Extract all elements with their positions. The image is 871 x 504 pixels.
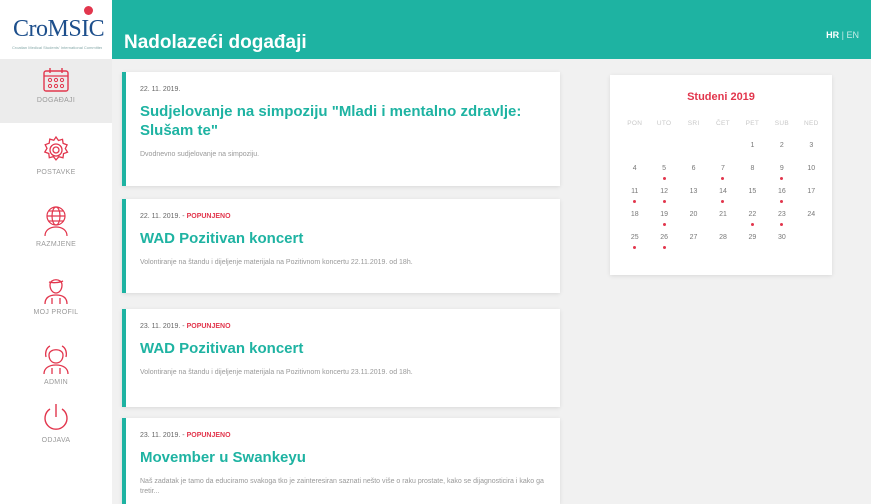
sidebar-item-label: POSTAVKE [36, 169, 76, 176]
event-status: POPUNJENO [186, 432, 231, 439]
admin-icon [43, 345, 69, 375]
calendar-day[interactable]: 21 [708, 211, 737, 234]
calendar-day[interactable]: 2 [767, 142, 796, 165]
calendar-weekday: PON [627, 120, 643, 127]
lang-hr-link[interactable]: HR [826, 30, 839, 40]
event-title[interactable]: Movember u Swankeyu [140, 448, 544, 467]
event-description: Volontiranje na štandu i dijeljenje mate… [140, 259, 413, 266]
calendar-day[interactable]: 20 [679, 211, 708, 234]
event-card[interactable]: 23. 11. 2019. - POPUNJENO WAD Pozitivan … [122, 309, 560, 407]
sidebar-item-label: ADMIN [43, 379, 69, 386]
event-description: Volontiranje na štandu i dijeljenje mate… [140, 369, 413, 376]
event-card[interactable]: 22. 11. 2019. Sudjelovanje na simpoziju … [122, 72, 560, 186]
calendar-day[interactable]: 17 [797, 188, 826, 211]
sidebar-item-dogadaji[interactable]: DOGAĐAJI [0, 59, 112, 123]
logo[interactable]: CroMSIC Croatian Medical Students' Inter… [0, 0, 112, 59]
event-status: POPUNJENO [186, 323, 231, 330]
calendar-icon [43, 68, 69, 92]
event-title[interactable]: WAD Pozitivan koncert [140, 339, 544, 358]
gear-icon [43, 135, 69, 161]
calendar-day[interactable]: 12 [649, 188, 678, 211]
sidebar-item-postavke[interactable]: POSTAVKE [0, 135, 112, 176]
globe-person-icon [44, 206, 68, 237]
event-date: 22. 11. 2019. - POPUNJENO [140, 213, 544, 220]
calendar-day[interactable]: 18 [620, 211, 649, 234]
event-title[interactable]: Sudjelovanje na simpoziju "Mladi i menta… [140, 102, 544, 140]
event-title[interactable]: WAD Pozitivan koncert [140, 229, 544, 248]
calendar-day[interactable]: 24 [797, 211, 826, 234]
event-date-text: 22. 11. 2019. - [140, 213, 187, 220]
calendar-day[interactable]: 13 [679, 188, 708, 211]
calendar-weekday: NED [803, 120, 819, 127]
calendar-grid: PON UTO SRI ČET PET SUB NED 1 2 3 4 5 6 7 8 9 10 11 12 13 14… [620, 120, 826, 257]
calendar-day[interactable]: 19 [649, 211, 678, 234]
calendar-day[interactable]: 6 [679, 165, 708, 188]
calendar-day[interactable]: 22 [738, 211, 767, 234]
calendar-weekday: PET [745, 120, 760, 127]
calendar-day[interactable]: 23 [767, 211, 796, 234]
logo-dot-icon [84, 6, 93, 15]
calendar-weekday: SUB [774, 120, 789, 127]
sidebar-item-label: RAZMJENE [35, 241, 77, 248]
calendar-day[interactable]: 28 [708, 234, 737, 257]
calendar-weekday: SRI [687, 120, 700, 127]
sidebar: DOGAĐAJI POSTAVKE RAZMJENE MOJ PROFIL AD… [0, 59, 112, 504]
calendar-day[interactable]: 30 [767, 234, 796, 257]
calendar-day[interactable]: 25 [620, 234, 649, 257]
event-card[interactable]: 22. 11. 2019. - POPUNJENO WAD Pozitivan … [122, 199, 560, 293]
calendar-day[interactable]: 26 [649, 234, 678, 257]
event-date-text: 22. 11. 2019. [140, 86, 181, 93]
calendar-day[interactable]: 4 [620, 165, 649, 188]
logo-text: CroMSIC [13, 16, 105, 42]
calendar-weekday: ČET [716, 120, 730, 127]
event-date: 22. 11. 2019. [140, 86, 544, 93]
calendar-weekday: UTO [656, 120, 672, 127]
page-title: Nadolazeći događaji [124, 32, 307, 53]
calendar-day[interactable]: 9 [767, 165, 796, 188]
lang-en-link[interactable]: EN [846, 30, 859, 40]
sidebar-item-admin[interactable]: ADMIN [0, 343, 112, 386]
calendar-day[interactable]: 27 [679, 234, 708, 257]
calendar-day[interactable]: 14 [708, 188, 737, 211]
sidebar-item-moj-profil[interactable]: MOJ PROFIL [0, 273, 112, 316]
sidebar-item-label: MOJ PROFIL [33, 309, 79, 316]
language-switcher: HR | EN [826, 30, 859, 40]
calendar-day[interactable]: 8 [738, 165, 767, 188]
event-date-text: 23. 11. 2019. - [140, 432, 187, 439]
calendar-day[interactable]: 1 [738, 142, 767, 165]
calendar-day[interactable]: 5 [649, 165, 678, 188]
power-icon [44, 404, 68, 430]
event-description: Naš zadatak je tamo da educiramo svakoga… [140, 478, 544, 495]
calendar-day[interactable]: 29 [738, 234, 767, 257]
calendar-widget: Studeni 2019 PON UTO SRI ČET PET SUB NED 1 2 3 4 5 6… [610, 75, 832, 275]
calendar-title: Studeni 2019 [687, 91, 755, 103]
event-date-text: 23. 11. 2019. - [140, 323, 187, 330]
calendar-blank [708, 142, 737, 165]
event-card[interactable]: 23. 11. 2019. - POPUNJENO Movember u Swa… [122, 418, 560, 504]
event-status: POPUNJENO [186, 213, 231, 220]
sidebar-item-odjava[interactable]: ODJAVA [0, 401, 112, 444]
calendar-day[interactable]: 15 [738, 188, 767, 211]
sidebar-item-razmjene[interactable]: RAZMJENE [0, 205, 112, 248]
calendar-day[interactable]: 10 [797, 165, 826, 188]
calendar-day[interactable]: 7 [708, 165, 737, 188]
event-date: 23. 11. 2019. - POPUNJENO [140, 323, 544, 330]
calendar-day[interactable]: 11 [620, 188, 649, 211]
sidebar-item-label: ODJAVA [41, 437, 71, 444]
calendar-day[interactable]: 3 [797, 142, 826, 165]
calendar-blank [679, 142, 708, 165]
event-description: Dvodnevno sudjelovanje na simpoziju. [140, 151, 260, 158]
logo-subtitle: Croatian Medical Students' International… [12, 45, 102, 50]
calendar-blank [649, 142, 678, 165]
lang-separator: | [841, 30, 844, 40]
calendar-blank [620, 142, 649, 165]
user-icon [44, 279, 68, 305]
event-date: 23. 11. 2019. - POPUNJENO [140, 432, 544, 439]
calendar-day[interactable]: 16 [767, 188, 796, 211]
sidebar-item-label: DOGAĐAJI [36, 97, 76, 104]
